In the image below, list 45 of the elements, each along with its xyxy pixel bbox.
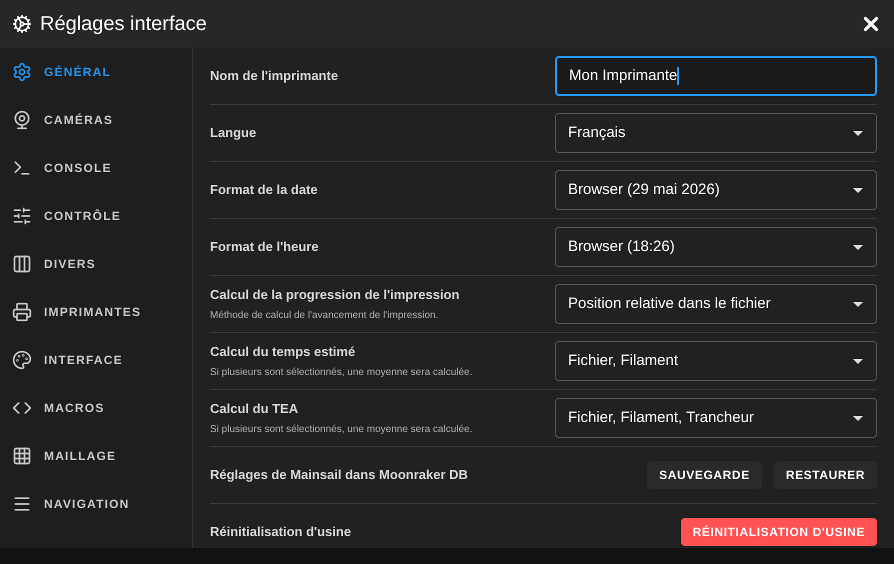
setting-label: Format de la date bbox=[210, 181, 318, 200]
caret-icon bbox=[852, 186, 864, 194]
sidebar-item[interactable]: INTERFACE bbox=[0, 336, 192, 384]
sidebar-item[interactable]: GÉNÉRAL bbox=[0, 48, 192, 96]
action-button[interactable]: RESTAURER bbox=[774, 461, 877, 489]
setting-label: Langue bbox=[210, 124, 256, 142]
caret-icon bbox=[852, 130, 864, 136]
sidebar-item[interactable]: CAMÉRAS bbox=[0, 96, 192, 144]
printer-name-field[interactable]: Mon Imprimante bbox=[555, 56, 877, 96]
caret-icon bbox=[852, 414, 864, 422]
columns-icon bbox=[12, 254, 32, 274]
caret-icon bbox=[852, 244, 864, 250]
select-field[interactable]: Fichier, Filament bbox=[555, 341, 877, 381]
select-field[interactable]: Browser (18:26) bbox=[555, 227, 877, 267]
setting-description: Si plusieurs sont sélectionnés, une moyenne sera calculée. bbox=[210, 423, 472, 438]
setting-label: Calcul de la progression de l'impression bbox=[210, 286, 460, 304]
webcam-icon bbox=[12, 110, 32, 130]
setting-description: Méthode de calcul de l'avancement de l'impression. bbox=[210, 309, 440, 324]
setting-label: Réinitialisation d'usine bbox=[210, 523, 352, 542]
select-field[interactable]: Français bbox=[555, 113, 877, 153]
setting-label: Calcul du temps estimé bbox=[210, 342, 356, 361]
sidebar-item[interactable]: CONTRÔLE bbox=[0, 192, 192, 240]
grid-icon bbox=[12, 446, 32, 466]
setting-label: Calcul du TEA bbox=[210, 400, 300, 418]
printer-icon bbox=[12, 302, 32, 322]
setting-label: Réglages de Mainsail dans Moonraker DB bbox=[210, 466, 468, 484]
palette-icon bbox=[12, 350, 32, 370]
sliders-icon bbox=[12, 206, 32, 226]
window-title: Réglages interface bbox=[40, 12, 207, 37]
caret-icon bbox=[852, 300, 864, 308]
sidebar-item[interactable]: MACROS bbox=[0, 384, 192, 432]
sidebar-item[interactable]: MAILLAGE bbox=[0, 432, 192, 480]
setting-label: Nom de l'imprimante bbox=[210, 67, 338, 86]
settings-icon bbox=[12, 62, 32, 82]
setting-label: Format de l'heure bbox=[210, 238, 319, 256]
sidebar-item[interactable]: CONSOLE bbox=[0, 144, 192, 192]
caret-icon bbox=[852, 358, 864, 364]
sidebar-item[interactable]: IMPRIMANTES bbox=[0, 288, 192, 336]
select-field[interactable]: Fichier, Filament, Trancheur bbox=[555, 398, 877, 438]
sidebar-item[interactable]: NAVIGATION bbox=[0, 480, 192, 528]
action-button[interactable]: SAUVEGARDE bbox=[647, 461, 762, 489]
sidebar-item[interactable]: DIVERS bbox=[0, 240, 192, 288]
select-field[interactable]: Browser (29 mai 2026) bbox=[555, 170, 877, 210]
setting-description: Si plusieurs sont sélectionnés, une moyenne sera calculée. bbox=[210, 366, 472, 380]
select-field[interactable]: Position relative dans le fichier bbox=[555, 284, 877, 324]
